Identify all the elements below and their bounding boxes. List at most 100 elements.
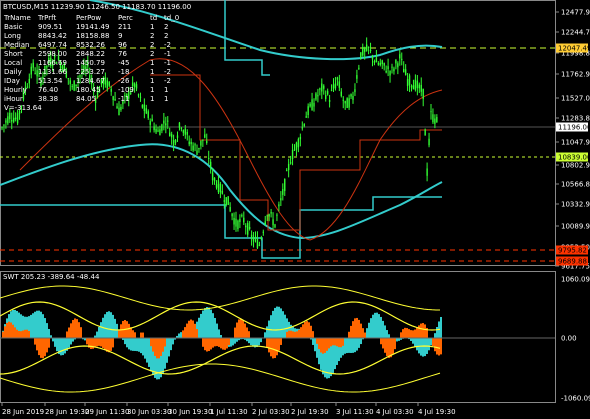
oscillator-bar-orange [380, 338, 382, 345]
candle-body [178, 122, 181, 128]
candle-body [254, 236, 257, 238]
oscillator-bar-cyan [170, 338, 172, 351]
oscillator-bar-cyan [378, 314, 380, 338]
oscillator-bar-cyan [252, 338, 254, 347]
oscillator-bar-orange [322, 338, 324, 354]
candle-body [186, 132, 188, 135]
oscillator-bar-orange [440, 338, 442, 355]
table-cell: -18 [118, 68, 129, 76]
table-cell: 38.38 [38, 95, 58, 103]
candle-body [389, 71, 391, 76]
candle-body [252, 238, 255, 242]
candle-body [315, 93, 317, 100]
candle-body [410, 85, 413, 88]
oscillator-bar-orange [278, 338, 280, 351]
oscillator-bar-orange [102, 338, 104, 348]
oscillator-bar-cyan [372, 314, 374, 338]
oscillator-bar-cyan [210, 309, 212, 338]
symbol-header: BTCUSD,M15 11239.90 11246.50 11183.70 11… [3, 3, 191, 11]
oscillator-bar-cyan [52, 338, 54, 342]
oscillator-bar-orange [34, 338, 36, 345]
oscillator-bar-orange [312, 331, 314, 338]
oscillator-bar-orange [386, 338, 388, 357]
table-cell: 513.54 [38, 77, 63, 85]
oscillator-bar-orange [416, 327, 418, 338]
oscillator-bar-orange [302, 324, 304, 338]
candle-body [328, 99, 331, 102]
oscillator-bar-orange [86, 338, 88, 345]
oscillator-bar-orange [94, 338, 96, 348]
candle-body [266, 215, 268, 217]
candle-body [211, 172, 214, 181]
oscillator-bar-orange [42, 338, 44, 359]
price-axis: 12477.9512244.7011998.8511762.9611527.00… [555, 9, 590, 271]
oscillator-bar-cyan [148, 338, 150, 367]
candle-body [362, 47, 364, 56]
oscillator-bar-orange [280, 338, 282, 345]
candle-body [414, 79, 417, 90]
cyan-step-line [0, 196, 442, 259]
oscillator-bar-cyan [236, 338, 238, 342]
oscillator-bar-cyan [46, 323, 48, 338]
oscillator-bar-orange [222, 338, 224, 350]
oscillator-bar-orange [310, 325, 312, 338]
oscillator-label: SWT 205.23 -389.64 -48.44 [3, 273, 100, 281]
table-cell: Median [4, 41, 29, 49]
oscillator-bar-cyan [146, 338, 148, 363]
candle-body [202, 139, 204, 141]
oscillator-bar-orange [202, 338, 204, 347]
oscillator-bar-orange [160, 338, 162, 356]
oscillator-bar-cyan [382, 320, 384, 338]
oscillator-bar-cyan [108, 311, 110, 338]
table-footer: V=-313.64 [4, 104, 42, 112]
table-cell: -2 [164, 68, 171, 76]
oscillator-bar-cyan [396, 338, 398, 342]
time-axis: 28 Jun 2019 28 Jun 19:3029 Jun 11:3030 Ju… [1, 403, 456, 416]
oscillator-bar-orange [20, 331, 22, 338]
oscillator-bar-orange [196, 329, 198, 338]
oscillator-bar-orange [90, 338, 92, 350]
candle-body [233, 217, 235, 225]
candle-body [348, 98, 350, 108]
table-cell: 1 [150, 59, 154, 67]
candle-body [330, 89, 333, 91]
oscillator-bar-orange [190, 319, 192, 338]
table-header-cell: td_0 [164, 14, 179, 22]
oscillator-bar-orange [352, 321, 354, 338]
candle-body [395, 60, 397, 64]
oscillator-bar-cyan [48, 328, 50, 338]
table-cell: 1131.66 [38, 68, 67, 76]
oscillator-bar-orange [354, 318, 356, 338]
oscillator-bar-orange [324, 338, 326, 353]
candle-body [69, 80, 71, 84]
oscillator-series [0, 285, 555, 393]
oscillator-bar-orange [134, 332, 136, 338]
oscillator-bar-cyan [54, 338, 56, 347]
oscillator-bar-cyan [214, 317, 216, 338]
oscillator-bar-orange [330, 338, 332, 347]
candle-body [184, 128, 186, 135]
table-cell: -45 [118, 59, 129, 67]
oscillator-bar-orange [336, 338, 338, 347]
table-cell: 1 [164, 95, 168, 103]
price-tick-label: 11283.80 [561, 115, 590, 123]
oscillator-bar-orange [24, 329, 26, 338]
candle-body [340, 91, 342, 97]
candle-body [309, 103, 311, 107]
oscillator-bar-orange [208, 338, 210, 352]
oscillator-bar-cyan [440, 316, 442, 338]
candle-body [354, 89, 356, 93]
oscillator-bar-cyan [260, 338, 262, 343]
oscillator-bar-orange [220, 338, 222, 349]
candle-body [358, 67, 360, 69]
oscillator-bar-orange [96, 338, 98, 347]
candle-body [1, 127, 3, 129]
candle-body [432, 114, 434, 123]
price-tick-label: 10802.99 [561, 162, 590, 170]
oscillator-tick-label: -1060.09 [561, 395, 590, 403]
oscillator-bar-cyan [388, 334, 390, 338]
price-tick-label: 11527.00 [561, 95, 590, 103]
candle-body [137, 94, 140, 96]
oscillator-bar-orange [16, 329, 18, 338]
oscillator-bar-cyan [276, 306, 278, 338]
